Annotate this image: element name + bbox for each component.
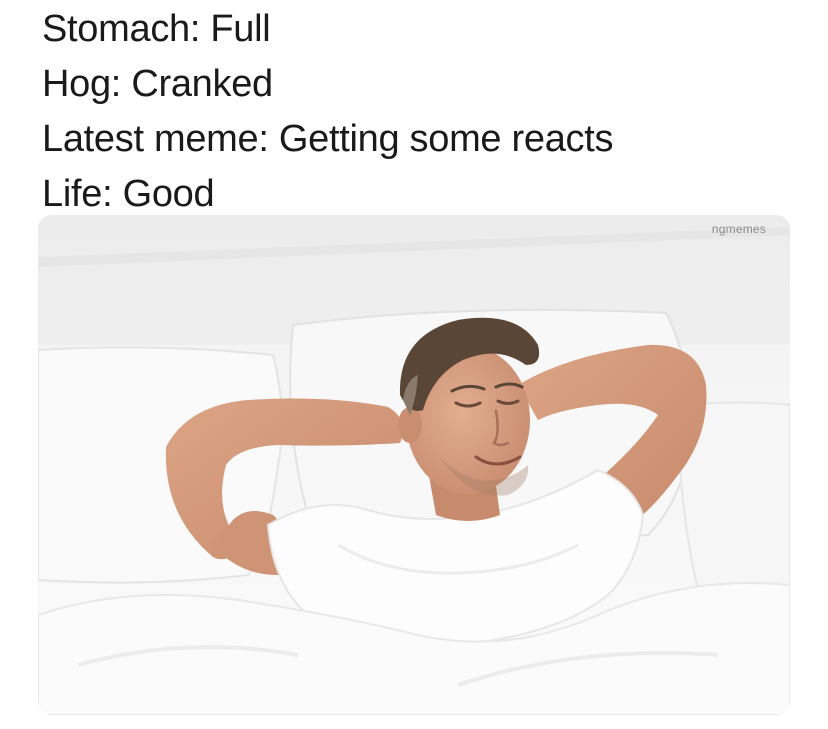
caption-line-hog: Hog: Cranked <box>42 63 273 105</box>
meme-caption: Stomach: Full Hog: Cranked Latest meme: … <box>42 2 802 222</box>
meme-photo: ngmemes <box>38 215 790 715</box>
caption-line-life: Life: Good <box>42 173 215 215</box>
man-relaxing-in-bed-icon <box>38 215 790 715</box>
caption-line-stomach: Stomach: Full <box>42 8 271 50</box>
watermark: ngmemes <box>711 222 766 236</box>
caption-line-latest-meme: Latest meme: Getting some reacts <box>42 118 614 160</box>
